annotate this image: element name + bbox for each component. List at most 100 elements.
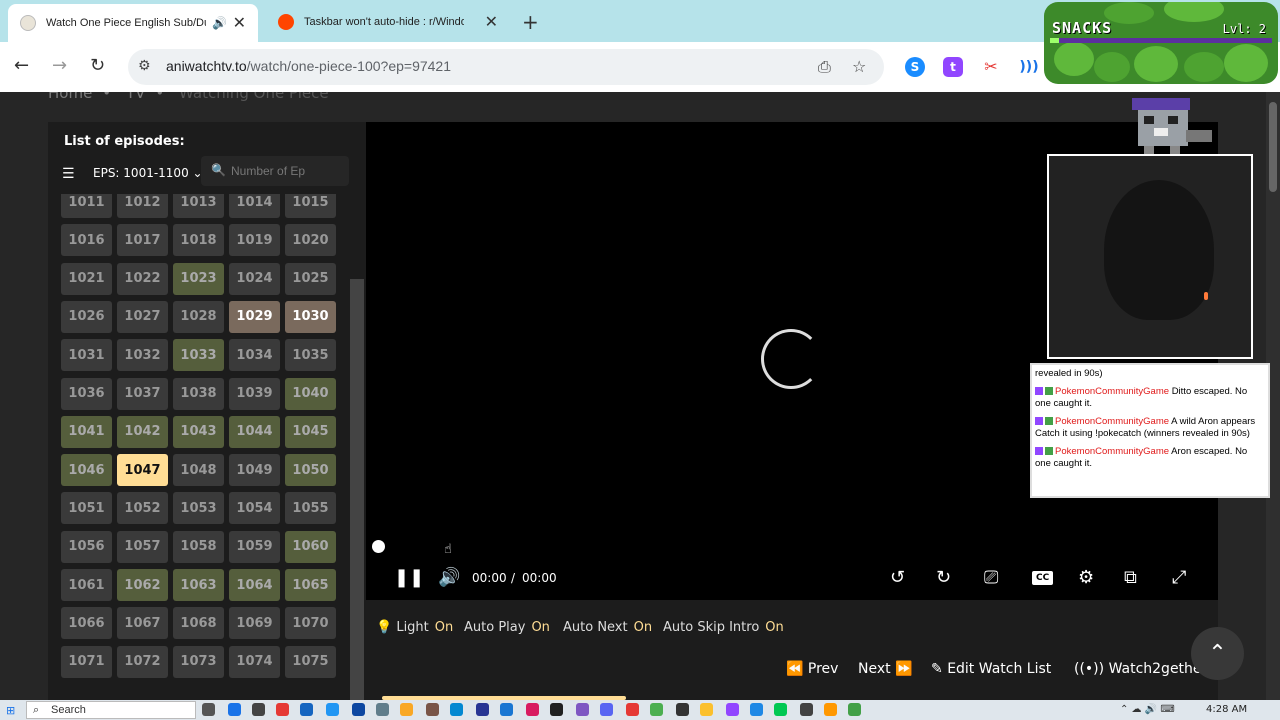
episode-button[interactable]: 1063: [173, 569, 224, 601]
app-icon[interactable]: [726, 703, 739, 716]
episode-button[interactable]: 1052: [117, 492, 168, 525]
episode-button[interactable]: 1056: [61, 530, 112, 563]
episode-button[interactable]: 1037: [117, 377, 168, 410]
episode-button[interactable]: 1020: [285, 224, 336, 257]
episode-button[interactable]: 1036: [61, 377, 112, 410]
episode-button[interactable]: 1074: [229, 645, 280, 678]
episode-button[interactable]: 1048: [173, 454, 224, 487]
episode-button[interactable]: 1012: [117, 194, 168, 218]
app-icon[interactable]: [500, 703, 513, 716]
back-icon[interactable]: ←: [14, 55, 29, 76]
new-tab-icon[interactable]: +: [522, 10, 539, 34]
app-icon[interactable]: [750, 703, 763, 716]
episode-search-input[interactable]: [231, 160, 343, 182]
episode-button[interactable]: 1051: [61, 492, 112, 525]
scroll-to-top-button[interactable]: ⌃: [1191, 627, 1244, 680]
edit-watchlist-button[interactable]: ✎ Edit Watch List: [931, 661, 1051, 677]
windows-start-icon[interactable]: ⊞: [6, 704, 15, 717]
fullscreen-icon[interactable]: ⤢: [1172, 567, 1186, 588]
prev-button[interactable]: ⏪ Prev: [786, 661, 838, 677]
security-icon[interactable]: [276, 703, 289, 716]
pause-button[interactable]: ❚❚: [394, 567, 424, 588]
episode-button[interactable]: 1055: [285, 492, 336, 525]
autoskip-toggle[interactable]: Auto Skip Intro On: [663, 620, 784, 635]
episode-button[interactable]: 1067: [117, 607, 168, 640]
episode-button[interactable]: 1075: [285, 645, 336, 678]
episode-button[interactable]: 1011: [61, 194, 112, 218]
episode-button[interactable]: 1050: [285, 454, 336, 487]
episode-button[interactable]: 1033: [173, 339, 224, 372]
app-icon[interactable]: [300, 703, 313, 716]
episode-button[interactable]: 1034: [229, 339, 280, 372]
task-view-icon[interactable]: [202, 703, 215, 716]
taskbar-search[interactable]: ⌕ Search: [26, 701, 196, 719]
episode-button[interactable]: 1062: [117, 569, 168, 601]
settings-icon[interactable]: [252, 703, 265, 716]
episode-button[interactable]: 1045: [285, 415, 336, 448]
episode-button[interactable]: 1059: [229, 530, 280, 563]
episode-button[interactable]: 1065: [285, 569, 336, 601]
autoplay-toggle[interactable]: Auto Play On: [464, 620, 550, 635]
episode-button[interactable]: 1027: [117, 300, 168, 333]
rewind-10-icon[interactable]: ↺: [890, 567, 905, 588]
breadcrumb-home[interactable]: Home: [48, 92, 92, 102]
discord-icon[interactable]: [600, 703, 613, 716]
episode-button[interactable]: 1049: [229, 454, 280, 487]
episode-button[interactable]: 1023: [173, 262, 224, 295]
app-icon[interactable]: [326, 703, 339, 716]
app-icon[interactable]: [450, 703, 463, 716]
episode-button[interactable]: 1035: [285, 339, 336, 372]
edge-icon[interactable]: [228, 703, 241, 716]
episode-button[interactable]: 1028: [173, 300, 224, 333]
episode-button[interactable]: 1044: [229, 415, 280, 448]
episode-button[interactable]: 1072: [117, 645, 168, 678]
audio-extension-icon[interactable]: ))): [1019, 57, 1039, 77]
tab-aniwatch[interactable]: Watch One Piece English Sub/Dub online 🔊…: [8, 4, 258, 42]
app-icon[interactable]: [700, 703, 713, 716]
episode-button[interactable]: 1014: [229, 194, 280, 218]
episode-button[interactable]: 1046: [61, 454, 112, 487]
episode-button[interactable]: 1015: [285, 194, 336, 218]
episode-button[interactable]: 1060: [285, 530, 336, 563]
app-icon[interactable]: [426, 703, 439, 716]
episode-button[interactable]: 1039: [229, 377, 280, 410]
app-icon[interactable]: [376, 703, 389, 716]
forward-10-icon[interactable]: ↻: [936, 567, 951, 588]
tab-reddit[interactable]: Taskbar won't auto-hide : r/Windows10 ✕: [266, 6, 510, 38]
chrome-icon[interactable]: [650, 703, 663, 716]
episode-list-scrollbar[interactable]: [350, 279, 364, 700]
twitch-extension-icon[interactable]: t: [943, 57, 963, 77]
breadcrumb-tv[interactable]: TV: [126, 92, 145, 102]
episode-button[interactable]: 1069: [229, 607, 280, 640]
episode-button[interactable]: 1038: [173, 377, 224, 410]
episode-button[interactable]: 1024: [229, 262, 280, 295]
episode-button[interactable]: 1040: [285, 377, 336, 410]
episode-button[interactable]: 1031: [61, 339, 112, 372]
episode-button[interactable]: 1029: [229, 300, 280, 333]
speaker-icon[interactable]: 🔊: [212, 16, 227, 30]
volume-icon[interactable]: 🔊: [438, 567, 460, 588]
app-icon[interactable]: [676, 703, 689, 716]
episode-button[interactable]: 1025: [285, 262, 336, 295]
picture-in-picture-icon[interactable]: ⧉: [1124, 567, 1137, 588]
close-tab-icon[interactable]: ✕: [233, 13, 246, 33]
captions-button[interactable]: CC: [1032, 571, 1054, 585]
episode-button[interactable]: 1017: [117, 224, 168, 257]
episode-button[interactable]: 1058: [173, 530, 224, 563]
episode-button[interactable]: 1021: [61, 262, 112, 295]
episode-button[interactable]: 1066: [61, 607, 112, 640]
episode-button[interactable]: 1032: [117, 339, 168, 372]
episode-button[interactable]: 1016: [61, 224, 112, 257]
app-icon[interactable]: [800, 703, 813, 716]
seek-handle[interactable]: [372, 540, 385, 553]
scissors-extension-icon[interactable]: ✂: [981, 57, 1001, 77]
episode-button[interactable]: 1018: [173, 224, 224, 257]
folder-icon[interactable]: [400, 703, 413, 716]
app-icon[interactable]: [476, 703, 489, 716]
settings-gear-icon[interactable]: ⚙: [1078, 567, 1094, 588]
install-app-icon[interactable]: ⎙: [818, 57, 831, 77]
episode-button[interactable]: 1064: [229, 569, 280, 601]
tray-icons[interactable]: ⌃ ☁ 🔊 ⌨: [1120, 704, 1175, 715]
app-icon[interactable]: [526, 703, 539, 716]
episode-button[interactable]: 1071: [61, 645, 112, 678]
